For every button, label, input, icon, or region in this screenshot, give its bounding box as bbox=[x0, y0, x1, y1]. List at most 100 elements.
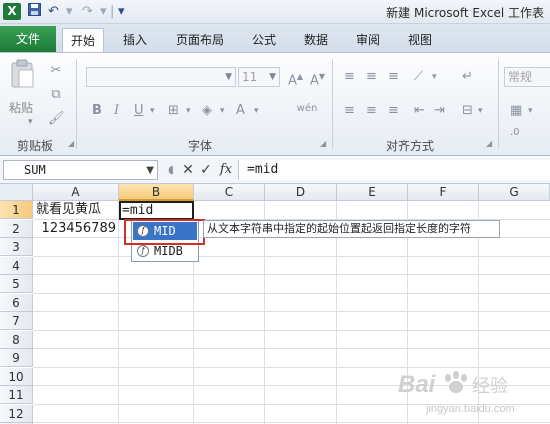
borders-dropdown-icon[interactable]: ▾ bbox=[186, 103, 191, 119]
save-icon[interactable] bbox=[28, 3, 41, 21]
column-header-e[interactable]: E bbox=[337, 184, 408, 201]
cancel-entry-icon[interactable]: ✕ bbox=[180, 161, 196, 179]
row-header-3[interactable]: 3 bbox=[0, 238, 33, 256]
underline-icon[interactable]: U bbox=[134, 103, 144, 119]
copy-icon[interactable]: ⧉ bbox=[48, 87, 64, 103]
baidu-logo-icon: Bai 经验 jingyan.baidu.com bbox=[398, 371, 515, 415]
formula-bar: SUM ▼ ◖ ✕ ✓ fx =mid bbox=[0, 157, 550, 184]
number-format-combo[interactable]: 常规 bbox=[504, 67, 550, 87]
font-launcher-icon[interactable]: ◢ bbox=[320, 139, 326, 148]
column-header-g[interactable]: G bbox=[479, 184, 550, 201]
increase-indent-icon[interactable]: ⇥ bbox=[434, 103, 445, 119]
customize-qat-icon[interactable]: ▾ bbox=[118, 3, 125, 21]
tab-home[interactable]: 开始 bbox=[62, 28, 105, 52]
phonetic-icon[interactable]: wén bbox=[292, 101, 322, 117]
row-header-12[interactable]: 12 bbox=[0, 404, 33, 423]
baidu-watermark: Bai 经验 jingyan.baidu.com bbox=[396, 366, 546, 418]
number-format-value: 常规 bbox=[508, 70, 533, 84]
bold-icon[interactable]: B bbox=[92, 103, 102, 119]
enter-entry-icon[interactable]: ✓ bbox=[198, 161, 214, 179]
row-header-11[interactable]: 11 bbox=[0, 386, 33, 404]
annotation-highlight-box bbox=[124, 219, 205, 245]
paste-dropdown-icon[interactable]: ▾ bbox=[28, 117, 33, 127]
cell-a1[interactable]: 就看见黄瓜 bbox=[36, 201, 101, 219]
align-right-icon[interactable]: ≡ bbox=[388, 103, 399, 119]
cell-a2[interactable]: 123456789 bbox=[33, 220, 119, 238]
row-header-5[interactable]: 5 bbox=[0, 275, 33, 293]
alignment-launcher-icon[interactable]: ◢ bbox=[486, 139, 492, 148]
decrease-indent-icon[interactable]: ⇤ bbox=[414, 103, 425, 119]
formula-input[interactable]: =mid bbox=[238, 160, 550, 180]
merge-center-icon[interactable]: ⊟ bbox=[462, 103, 473, 119]
ribbon-tabs: 文件 开始 插入 页面布局 公式 数据 审阅 视图 bbox=[0, 24, 550, 52]
row-header-4[interactable]: 4 bbox=[0, 256, 33, 275]
tab-page-layout[interactable]: 页面布局 bbox=[168, 28, 232, 52]
insert-function-icon[interactable]: fx bbox=[216, 161, 236, 179]
align-bottom-icon[interactable]: ≡ bbox=[388, 69, 399, 85]
group-divider bbox=[332, 59, 333, 149]
row-header-6[interactable]: 6 bbox=[0, 293, 33, 312]
active-cell-b1[interactable]: =mid bbox=[119, 201, 194, 220]
font-size-value: 11 bbox=[242, 70, 258, 84]
column-header-d[interactable]: D bbox=[265, 184, 337, 201]
undo-dropdown-icon[interactable]: ▾ bbox=[66, 3, 73, 21]
underline-dropdown-icon[interactable]: ▾ bbox=[150, 103, 155, 119]
orientation-icon[interactable]: ⟋ bbox=[414, 69, 423, 85]
italic-icon[interactable]: I bbox=[114, 103, 119, 119]
tab-review[interactable]: 审阅 bbox=[348, 28, 388, 52]
align-left-icon[interactable]: ≡ bbox=[344, 103, 355, 119]
grid-line bbox=[33, 274, 550, 275]
paste-icon[interactable] bbox=[8, 59, 38, 93]
select-all-corner[interactable] bbox=[0, 184, 33, 201]
excel-logo-icon[interactable]: X bbox=[3, 3, 21, 20]
row-header-9[interactable]: 9 bbox=[0, 349, 33, 367]
name-box-value: SUM bbox=[24, 163, 46, 177]
undo-icon[interactable]: ↶ bbox=[48, 3, 59, 21]
column-header-c[interactable]: C bbox=[194, 184, 265, 201]
fill-color-icon[interactable]: ◈ bbox=[202, 103, 212, 119]
redo-icon[interactable]: ↷ bbox=[82, 3, 93, 21]
format-painter-icon[interactable]: 🖌 bbox=[48, 111, 65, 127]
group-divider bbox=[76, 59, 77, 149]
font-size-combo[interactable]: 11 ▼ bbox=[238, 67, 280, 87]
clipboard-group-label: 剪贴板 bbox=[16, 139, 53, 153]
align-top-icon[interactable]: ≡ bbox=[344, 69, 355, 85]
column-header-a[interactable]: A bbox=[33, 184, 119, 201]
decrease-font-icon[interactable]: A▼ bbox=[310, 69, 325, 89]
tab-file[interactable]: 文件 bbox=[0, 26, 56, 52]
currency-icon[interactable]: ▦ bbox=[510, 103, 522, 119]
increase-font-icon[interactable]: A▲ bbox=[288, 69, 303, 89]
formula-bar-collapse-icon[interactable]: ◖ bbox=[164, 161, 178, 179]
function-icon: f bbox=[137, 245, 149, 257]
row-header-8[interactable]: 8 bbox=[0, 330, 33, 349]
merge-dropdown-icon[interactable]: ▾ bbox=[478, 103, 483, 119]
font-color-dropdown-icon[interactable]: ▾ bbox=[254, 103, 259, 119]
align-middle-icon[interactable]: ≡ bbox=[366, 69, 377, 85]
svg-text:Bai: Bai bbox=[398, 371, 437, 398]
chevron-down-icon[interactable]: ▼ bbox=[146, 162, 154, 180]
row-header-2[interactable]: 2 bbox=[0, 219, 33, 238]
tab-data[interactable]: 数据 bbox=[296, 28, 336, 52]
row-header-7[interactable]: 7 bbox=[0, 312, 33, 330]
tab-formulas[interactable]: 公式 bbox=[244, 28, 284, 52]
align-center-icon[interactable]: ≡ bbox=[366, 103, 377, 119]
borders-icon[interactable]: ⊞ bbox=[168, 103, 179, 119]
row-header-1[interactable]: 1 bbox=[0, 201, 33, 219]
font-color-icon[interactable]: A bbox=[236, 103, 245, 119]
column-header-f[interactable]: F bbox=[408, 184, 479, 201]
currency-dropdown-icon[interactable]: ▾ bbox=[528, 103, 533, 119]
fill-dropdown-icon[interactable]: ▾ bbox=[220, 103, 225, 119]
font-name-combo[interactable]: ▼ bbox=[86, 67, 236, 87]
redo-dropdown-icon[interactable]: ▾ bbox=[100, 3, 107, 21]
clipboard-launcher-icon[interactable]: ◢ bbox=[68, 139, 74, 148]
wrap-text-icon[interactable]: ↵ bbox=[462, 69, 473, 85]
row-header-10[interactable]: 10 bbox=[0, 367, 33, 386]
chevron-down-icon: ▼ bbox=[225, 72, 232, 82]
column-header-b[interactable]: B bbox=[119, 184, 194, 201]
name-box[interactable]: SUM ▼ bbox=[3, 160, 158, 180]
cut-icon[interactable]: ✂ bbox=[48, 63, 64, 79]
increase-decimal-icon[interactable]: .0 bbox=[510, 125, 520, 141]
tab-view[interactable]: 视图 bbox=[400, 28, 440, 52]
tab-insert[interactable]: 插入 bbox=[115, 28, 155, 52]
orientation-dropdown-icon[interactable]: ▾ bbox=[432, 69, 437, 85]
